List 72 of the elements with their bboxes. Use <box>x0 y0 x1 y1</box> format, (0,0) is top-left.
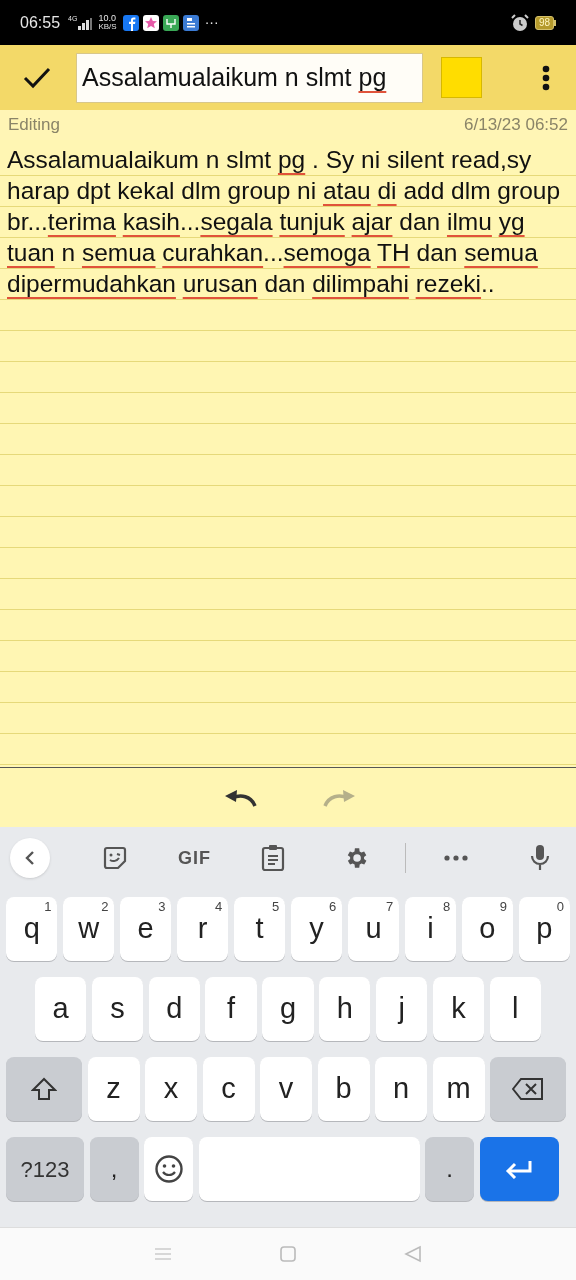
key[interactable]: u 7 <box>347 897 400 961</box>
key[interactable]: d <box>148 977 200 1041</box>
key[interactable]: b <box>317 1057 370 1121</box>
emoji-icon <box>153 1154 184 1184</box>
key[interactable]: m <box>432 1057 485 1121</box>
key[interactable]: f <box>205 977 257 1041</box>
more-options-icon[interactable] <box>542 64 550 91</box>
shift-icon <box>31 1077 57 1101</box>
key-hint: 6 <box>329 900 337 913</box>
undo-icon[interactable] <box>223 787 259 808</box>
network-speed: 10.0 <box>98 14 117 23</box>
shift-key[interactable] <box>6 1057 82 1121</box>
key[interactable]: g <box>262 977 314 1041</box>
key[interactable]: z <box>87 1057 140 1121</box>
key[interactable]: c <box>202 1057 255 1121</box>
microphone-icon[interactable] <box>530 844 550 872</box>
facebook-icon <box>122 14 139 31</box>
alarm-icon <box>510 13 529 32</box>
emoji-key[interactable] <box>144 1137 193 1201</box>
key[interactable]: o 9 <box>461 897 514 961</box>
key[interactable]: i 8 <box>404 897 457 961</box>
app-icon <box>162 14 179 31</box>
more-notifications: ··· <box>204 13 219 32</box>
clock: 06:55 <box>20 12 61 33</box>
key[interactable]: . <box>425 1137 474 1201</box>
key[interactable]: e 3 <box>119 897 172 961</box>
key[interactable]: v <box>260 1057 312 1121</box>
key[interactable]: y 6 <box>290 897 343 961</box>
key[interactable]: t 5 <box>233 897 286 961</box>
key[interactable]: j <box>375 977 428 1041</box>
key[interactable]: s <box>91 977 144 1041</box>
timestamp: 6/13/23 06:52 <box>464 114 568 137</box>
title-field[interactable]: Assalamualaikum n slmt pg <box>76 52 423 103</box>
clipboard-icon[interactable] <box>261 844 285 872</box>
enter-icon <box>504 1159 534 1179</box>
key[interactable]: w 2 <box>62 897 115 961</box>
sticker-icon[interactable] <box>102 845 128 871</box>
battery-level: 98 <box>538 17 550 28</box>
mode-label: Editing <box>8 114 60 137</box>
symbols-key[interactable]: ?123 <box>6 1137 84 1201</box>
checkmark-icon[interactable] <box>22 65 52 90</box>
key[interactable]: n <box>375 1057 427 1121</box>
key[interactable]: x <box>145 1057 197 1121</box>
key-hint: 9 <box>499 900 508 913</box>
star-app-icon <box>142 14 159 31</box>
key-hint: 8 <box>442 900 451 913</box>
key-hint: 0 <box>556 900 565 913</box>
key-hint: 4 <box>215 900 223 913</box>
key-hint: 5 <box>272 900 280 913</box>
key[interactable]: r 4 <box>176 897 229 961</box>
color-swatch[interactable] <box>441 57 482 98</box>
gif-button[interactable]: GIF <box>178 844 211 872</box>
key[interactable]: a <box>35 977 87 1041</box>
speed-unit: KB/S <box>98 23 117 31</box>
key-hint: 7 <box>385 900 394 913</box>
document-app-icon <box>182 14 199 31</box>
key[interactable]: l <box>489 977 541 1041</box>
key-hint: 3 <box>158 900 166 913</box>
key[interactable]: k <box>432 977 485 1041</box>
chevron-left-icon <box>23 849 37 867</box>
more-icon[interactable] <box>444 855 468 861</box>
key-hint: 1 <box>44 900 52 913</box>
key[interactable]: p 0 <box>518 897 571 961</box>
key-hint: 2 <box>101 900 109 913</box>
enter-key[interactable] <box>479 1137 559 1201</box>
key[interactable]: h <box>319 977 371 1041</box>
collapse-toolbar-button[interactable] <box>10 838 50 878</box>
key[interactable]: q 1 <box>6 897 58 961</box>
backspace-key[interactable] <box>490 1057 566 1121</box>
backspace-icon <box>512 1078 544 1100</box>
signal-icon <box>78 18 93 30</box>
key[interactable]: , <box>89 1137 139 1201</box>
